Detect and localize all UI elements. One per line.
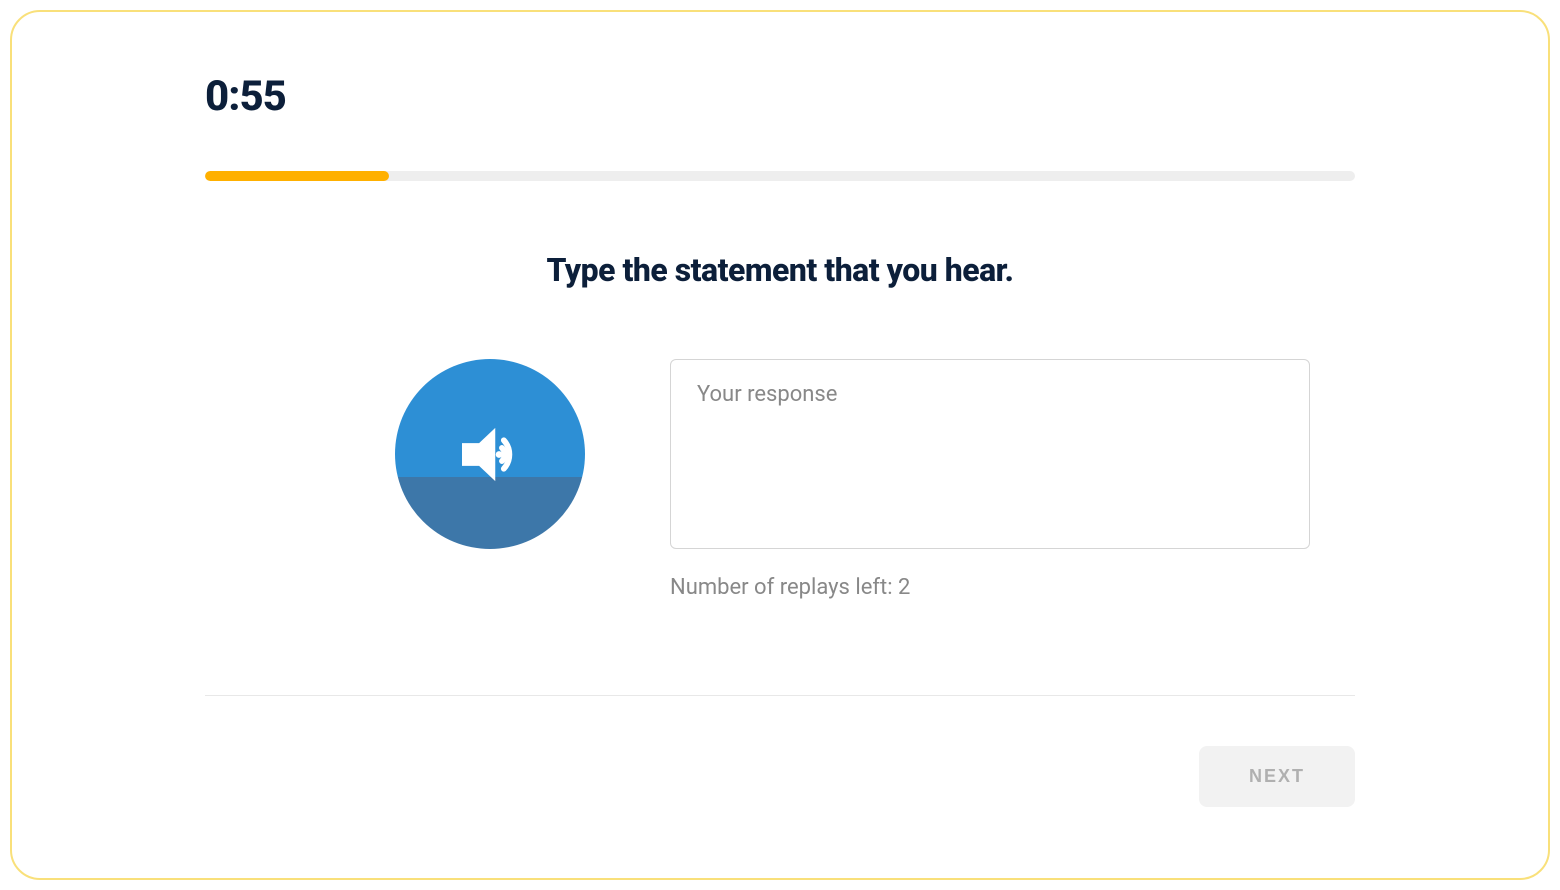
timer-display: 0:55	[205, 72, 1355, 121]
prompt-title: Type the statement that you hear.	[205, 251, 1355, 289]
response-area: Number of replays left: 2	[670, 359, 1310, 600]
replays-counter: Number of replays left: 2	[670, 575, 1310, 600]
content-wrapper: 0:55 Type the statement that you hear. N…	[175, 72, 1385, 807]
play-audio-button[interactable]	[395, 359, 585, 549]
footer: NEXT	[205, 746, 1355, 807]
next-button[interactable]: NEXT	[1199, 746, 1355, 807]
divider	[205, 695, 1355, 696]
exercise-frame: 0:55 Type the statement that you hear. N…	[10, 10, 1550, 880]
exercise-area: Number of replays left: 2	[205, 359, 1355, 600]
progress-bar	[205, 171, 1355, 181]
speaker-icon	[443, 407, 538, 502]
response-input[interactable]	[670, 359, 1310, 549]
progress-fill	[205, 171, 389, 181]
